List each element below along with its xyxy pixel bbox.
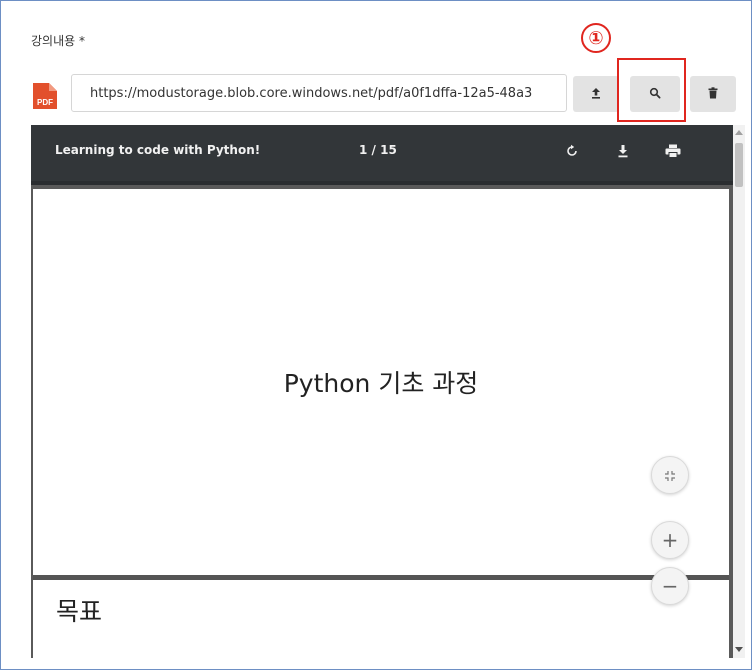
pdf-page-1: Python 기초 과정 xyxy=(33,189,729,575)
zoom-out-button[interactable]: − xyxy=(651,567,689,605)
trash-icon xyxy=(708,86,718,102)
page-2-heading: 목표 xyxy=(56,597,103,626)
plus-icon: + xyxy=(661,528,679,552)
scroll-up-arrow-icon[interactable] xyxy=(733,127,745,137)
page-1-heading: Python 기초 과정 xyxy=(283,369,479,398)
print-icon[interactable] xyxy=(661,139,685,163)
fit-to-page-button[interactable] xyxy=(651,456,689,494)
pdf-viewer-toolbar: Learning to code with Python! 1 / 15 xyxy=(31,125,733,185)
zoom-in-button[interactable]: + xyxy=(651,521,689,559)
fit-to-page-icon xyxy=(664,465,676,485)
upload-button[interactable] xyxy=(573,76,619,112)
pdf-url-input[interactable] xyxy=(71,74,567,112)
scrollbar-thumb[interactable] xyxy=(735,143,743,187)
minus-icon: − xyxy=(661,574,679,598)
viewer-scrollbar[interactable] xyxy=(733,125,745,658)
pdf-viewer[interactable]: Learning to code with Python! 1 / 15 Pyt… xyxy=(31,125,745,658)
rotate-icon[interactable] xyxy=(560,139,584,163)
download-icon[interactable] xyxy=(611,139,635,163)
search-button[interactable] xyxy=(630,76,680,112)
pdf-file-icon: PDF xyxy=(31,81,59,111)
lecture-content-panel: 강의내용 * ① PDF https://modustorage.blob.co… xyxy=(0,0,752,670)
step-number-annotation: ① xyxy=(581,23,611,53)
document-title: Learning to code with Python! xyxy=(55,143,261,157)
page-counter: 1 / 15 xyxy=(359,143,397,157)
upload-icon xyxy=(590,87,602,102)
pdf-badge-text: PDF xyxy=(37,98,53,107)
pdf-page-2: 목표 xyxy=(33,580,729,658)
delete-button[interactable] xyxy=(690,76,736,112)
search-icon xyxy=(649,87,661,102)
scroll-down-arrow-icon[interactable] xyxy=(733,644,745,654)
field-label: 강의내용 * xyxy=(31,34,85,48)
